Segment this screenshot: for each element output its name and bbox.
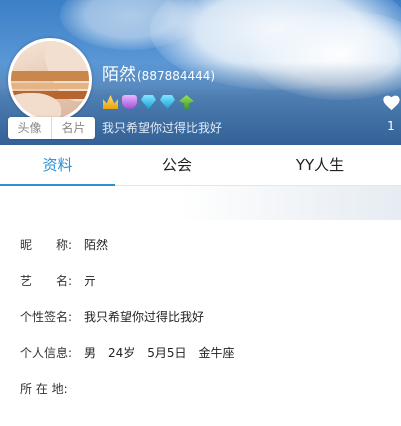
shield-icon[interactable] — [122, 95, 137, 109]
info-row-nickname: 昵 称: 陌然 — [20, 226, 390, 262]
info-row-location: 所 在 地: — [20, 370, 390, 406]
nickname-value: 陌然 — [84, 237, 109, 252]
tab-guild[interactable]: 公会 — [115, 145, 239, 185]
avatar-tab-group: 头像 名片 — [8, 117, 95, 139]
profile-uid: (887884444) — [137, 69, 216, 83]
gem-icon[interactable] — [141, 95, 156, 109]
nickname-label: 昵 称: — [20, 237, 73, 252]
personal-info-value: 男 24岁 5月5日 金牛座 — [84, 345, 235, 360]
info-row-signature: 个性签名: 我只希望你过得比我好 — [20, 298, 390, 334]
personal-info-label: 个人信息: — [20, 345, 73, 360]
avatar-tab-photo[interactable]: 头像 — [8, 117, 51, 139]
info-row-stage-name: 艺 名: 亓 — [20, 262, 390, 298]
tab-yy-life[interactable]: YY人生 — [239, 145, 401, 185]
profile-header: 头像 名片 陌然(887884444) 我只希望你过得比我好 1 — [0, 0, 401, 145]
badge-list — [103, 95, 198, 109]
profile-tabs: 资料 公会 YY人生 — [0, 145, 401, 186]
crown-icon[interactable] — [103, 95, 118, 109]
avatar-image — [11, 41, 89, 119]
heart-icon[interactable] — [383, 95, 400, 111]
like-count: 1 — [387, 119, 395, 133]
signature-label: 个性签名: — [20, 309, 73, 324]
avatar-tab-card[interactable]: 名片 — [51, 117, 95, 139]
tab-info[interactable]: 资料 — [0, 145, 115, 186]
avatar[interactable] — [8, 38, 92, 122]
leaf-icon[interactable] — [179, 95, 194, 109]
stage-name-label: 艺 名: — [20, 273, 73, 288]
signature-value: 我只希望你过得比我好 — [84, 309, 205, 324]
info-row-personal: 个人信息: 男 24岁 5月5日 金牛座 — [20, 334, 390, 370]
profile-nickname: 陌然 — [102, 65, 136, 85]
stage-name-value: 亓 — [84, 273, 97, 288]
info-panel: 昵 称: 陌然 艺 名: 亓 个性签名: 我只希望你过得比我好 个人信息: 男 … — [20, 226, 390, 406]
profile-signature: 我只希望你过得比我好 — [102, 121, 223, 135]
location-label: 所 在 地: — [20, 381, 68, 396]
profile-name: 陌然(887884444) — [102, 60, 215, 85]
section-divider — [0, 186, 401, 220]
gem-icon[interactable] — [160, 95, 175, 109]
